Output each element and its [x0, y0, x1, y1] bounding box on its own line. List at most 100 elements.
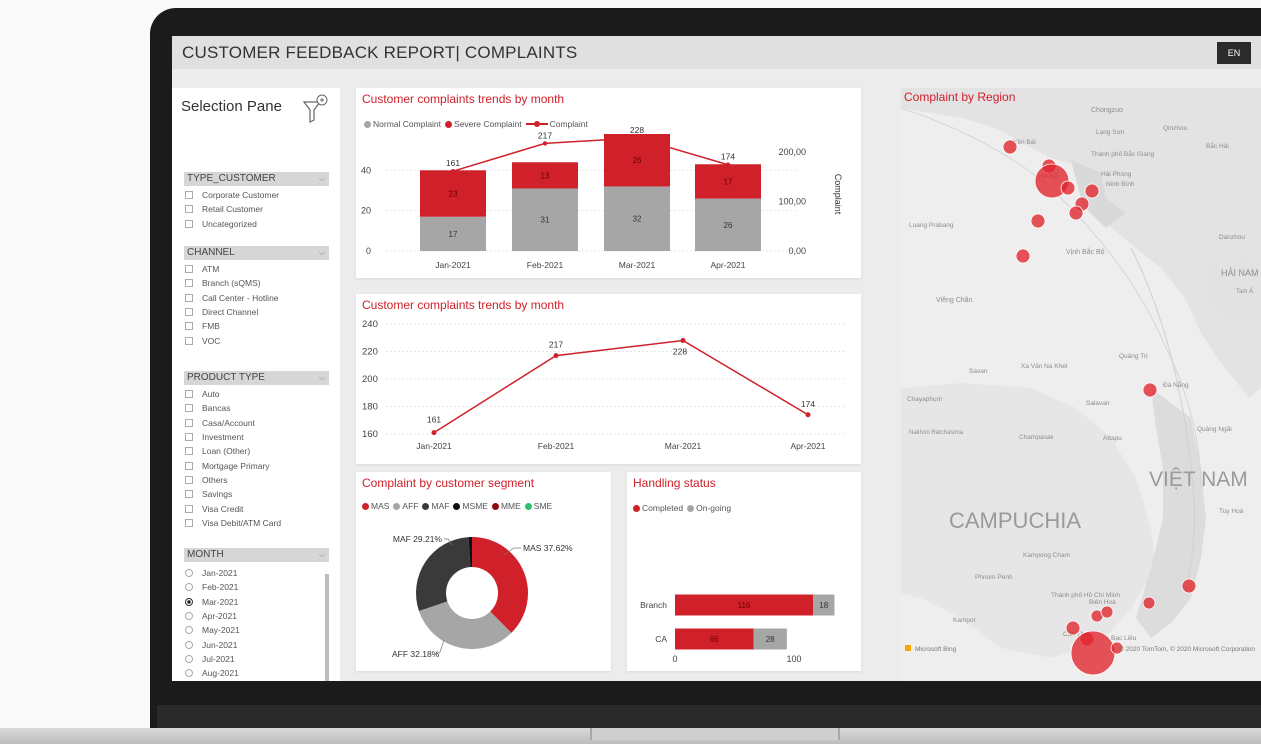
- slicer-item[interactable]: Jul-2021: [185, 652, 240, 666]
- complaint-bubble[interactable]: [1015, 248, 1031, 264]
- region-map-card: ChongzuoYên BáiLạng SơnQinzhouBắc HảiHà …: [901, 88, 1261, 681]
- complaint-bubble[interactable]: [1142, 382, 1158, 398]
- slicer-item[interactable]: May-2021: [185, 623, 240, 637]
- slicer-item[interactable]: Mar-2021: [185, 595, 240, 609]
- slicer-header-product-type[interactable]: PRODUCT TYPE ⌵: [184, 371, 329, 385]
- checkbox[interactable]: [185, 219, 193, 228]
- map-place-label: Kampong Cham: [1023, 552, 1070, 559]
- region-map[interactable]: ChongzuoYên BáiLạng SơnQinzhouBắc HảiHà …: [901, 88, 1261, 681]
- slicer-item[interactable]: Uncategorized: [185, 217, 279, 231]
- checkbox[interactable]: [185, 433, 193, 442]
- slicer-item[interactable]: Direct Channel: [185, 305, 279, 319]
- slicer-item[interactable]: Investment: [185, 430, 281, 444]
- checkbox[interactable]: [185, 279, 193, 288]
- checkbox[interactable]: [185, 461, 193, 470]
- complaint-bubble[interactable]: [1068, 205, 1084, 221]
- complaint-bubble[interactable]: [1084, 183, 1100, 199]
- slicer-item[interactable]: Corporate Customer: [185, 188, 279, 202]
- slicer-item[interactable]: Branch (sQMS): [185, 276, 279, 290]
- slicer-item[interactable]: Auto: [185, 387, 281, 401]
- checkbox[interactable]: [185, 191, 193, 200]
- complaint-bubble[interactable]: [1030, 213, 1046, 229]
- chevron-down-icon[interactable]: ⌵: [319, 246, 325, 260]
- complaint-point[interactable]: [553, 353, 559, 359]
- complaint-point[interactable]: [680, 338, 686, 343]
- slicer-item[interactable]: VOC: [185, 333, 279, 347]
- donut-slice-maf[interactable]: [416, 537, 471, 611]
- complaint-bubble[interactable]: [1070, 630, 1116, 676]
- handling-bar-chart: 116 18 Branch 66 28 CA 0 100: [640, 594, 835, 664]
- slicer-item-label: Visa Debit/ATM Card: [202, 517, 282, 528]
- slicer-item[interactable]: Others: [185, 473, 281, 487]
- checkbox[interactable]: [185, 322, 193, 331]
- radio-button[interactable]: [185, 569, 193, 578]
- slicer-item[interactable]: ATM: [185, 262, 279, 276]
- complaint-bubble[interactable]: [1181, 578, 1197, 594]
- checkbox[interactable]: [185, 265, 193, 274]
- slicer-header-channel[interactable]: CHANNEL ⌵: [184, 246, 329, 260]
- complaint-bubble[interactable]: [1100, 605, 1114, 619]
- checkbox[interactable]: [185, 490, 193, 499]
- radio-button[interactable]: [185, 612, 193, 621]
- complaint-bubble[interactable]: [1065, 620, 1081, 636]
- radio-button[interactable]: [185, 597, 193, 606]
- chevron-down-icon[interactable]: ⌵: [319, 548, 325, 562]
- y-tick-label: 40: [361, 165, 371, 175]
- slicer-header-month[interactable]: MONTH ⌵: [184, 548, 329, 562]
- checkbox[interactable]: [185, 418, 193, 427]
- slicer-header-type-customer[interactable]: TYPE_CUSTOMER ⌵: [184, 172, 329, 186]
- x-tick-label: Mar-2021: [665, 441, 702, 451]
- checkbox[interactable]: [185, 293, 193, 302]
- checkbox[interactable]: [185, 447, 193, 456]
- complaint-point[interactable]: [725, 162, 731, 167]
- checkbox[interactable]: [185, 518, 193, 527]
- complaint-bubble[interactable]: [1142, 596, 1156, 610]
- slice-label-maf: MAF 29.21%: [393, 534, 443, 544]
- slicer-item[interactable]: Feb-2021: [185, 580, 240, 594]
- radio-button[interactable]: [185, 583, 193, 592]
- complaint-point[interactable]: [450, 168, 456, 174]
- radio-button[interactable]: [185, 640, 193, 649]
- slicer-item[interactable]: Visa Credit: [185, 501, 281, 515]
- slicer-item[interactable]: FMB: [185, 319, 279, 333]
- chevron-down-icon[interactable]: ⌵: [319, 371, 325, 385]
- complaint-value-label: 174: [721, 152, 735, 162]
- month-scrollbar[interactable]: [325, 574, 329, 681]
- radio-button[interactable]: [185, 669, 193, 678]
- complaint-bubble[interactable]: [1002, 139, 1018, 155]
- slicer-item[interactable]: Savings: [185, 487, 281, 501]
- language-button[interactable]: EN: [1217, 42, 1251, 64]
- checkbox[interactable]: [185, 390, 193, 399]
- checkbox[interactable]: [185, 404, 193, 413]
- slicer-title: PRODUCT TYPE: [187, 372, 265, 383]
- bar-completed-label: 116: [738, 601, 751, 610]
- slicer-item[interactable]: Visa Debit/ATM Card: [185, 516, 281, 530]
- complaint-point[interactable]: [542, 141, 548, 146]
- filter-icon[interactable]: [300, 92, 330, 124]
- complaint-point[interactable]: [431, 430, 437, 436]
- slicer-item-label: Loan (Other): [202, 446, 251, 457]
- slicer-item[interactable]: Call Center - Hotline: [185, 291, 279, 305]
- slicer-item[interactable]: Jun-2021: [185, 637, 240, 651]
- slicer-item[interactable]: Casa/Account: [185, 416, 281, 430]
- slicer-item[interactable]: Bancas: [185, 401, 281, 415]
- slicer-item[interactable]: Mortgage Primary: [185, 458, 281, 472]
- slicer-item[interactable]: Sep-2021: [185, 680, 240, 681]
- slicer-item[interactable]: Loan (Other): [185, 444, 281, 458]
- checkbox[interactable]: [185, 504, 193, 513]
- checkbox[interactable]: [185, 336, 193, 345]
- map-place-label: Chayaphum: [907, 396, 942, 403]
- radio-button[interactable]: [185, 654, 193, 663]
- slicer-item[interactable]: Jan-2021: [185, 566, 240, 580]
- checkbox[interactable]: [185, 475, 193, 484]
- checkbox[interactable]: [185, 205, 193, 214]
- checkbox[interactable]: [185, 308, 193, 317]
- chevron-down-icon[interactable]: ⌵: [319, 172, 325, 186]
- complaint-point[interactable]: [634, 135, 640, 141]
- slicer-item[interactable]: Apr-2021: [185, 609, 240, 623]
- complaint-bubble[interactable]: [1060, 180, 1076, 196]
- radio-button[interactable]: [185, 626, 193, 635]
- slicer-item[interactable]: Retail Customer: [185, 202, 279, 216]
- slicer-item[interactable]: Aug-2021: [185, 666, 240, 680]
- complaint-point[interactable]: [805, 412, 811, 418]
